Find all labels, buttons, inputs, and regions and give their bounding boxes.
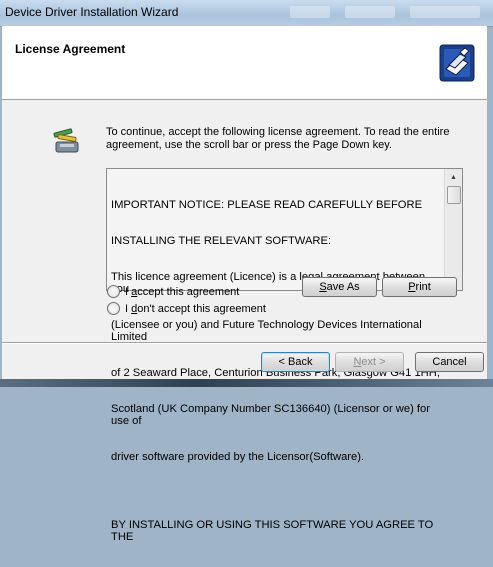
save-as-label: Save As bbox=[319, 281, 360, 293]
wizard-header: License Agreement bbox=[2, 26, 487, 100]
scroll-thumb[interactable] bbox=[447, 186, 461, 204]
title-bar: Device Driver Installation Wizard bbox=[0, 0, 493, 27]
window-title: Device Driver Installation Wizard bbox=[5, 5, 179, 19]
license-blank-line bbox=[111, 487, 444, 495]
license-line: BY INSTALLING OR USING THIS SOFTWARE YOU… bbox=[111, 519, 437, 543]
intro-text: To continue, accept the following licens… bbox=[106, 126, 450, 151]
license-line: (Licensee or you) and Future Technology … bbox=[111, 319, 425, 343]
license-scrollbar[interactable]: ▲ ▼ bbox=[444, 169, 462, 290]
license-line: driver software provided by the Licensor… bbox=[111, 451, 365, 463]
decline-radio-option[interactable]: I don't accept this agreement bbox=[107, 302, 266, 315]
back-label: < Back bbox=[278, 356, 313, 368]
decline-label: I don't accept this agreement bbox=[125, 302, 266, 315]
back-button[interactable]: < Back bbox=[261, 352, 330, 372]
accept-label: I accept this agreement bbox=[125, 285, 240, 298]
license-line: INSTALLING THE RELEVANT SOFTWARE: bbox=[111, 235, 332, 247]
cancel-button[interactable]: Cancel bbox=[415, 352, 484, 372]
accept-radio-option[interactable]: I accept this agreement bbox=[107, 285, 239, 298]
next-button[interactable]: Next > bbox=[335, 352, 404, 372]
background-blur bbox=[345, 6, 395, 18]
decline-radio-button[interactable] bbox=[107, 302, 120, 315]
accept-radio-button[interactable] bbox=[107, 285, 120, 298]
footer-separator bbox=[2, 342, 487, 344]
hardware-install-icon bbox=[439, 44, 475, 82]
license-line: Scotland (UK Company Number SC136640) (L… bbox=[111, 403, 434, 427]
taskbar bbox=[0, 379, 493, 387]
scroll-up-arrow-icon[interactable]: ▲ bbox=[445, 169, 462, 186]
background-blur bbox=[290, 6, 330, 18]
print-button[interactable]: Print bbox=[382, 277, 457, 297]
print-label: Print bbox=[408, 281, 431, 293]
page-title: License Agreement bbox=[15, 42, 126, 56]
license-textbox[interactable]: IMPORTANT NOTICE: PLEASE READ CAREFULLY … bbox=[106, 168, 463, 543]
license-line: IMPORTANT NOTICE: PLEASE READ CAREFULLY … bbox=[111, 199, 423, 211]
cancel-label: Cancel bbox=[432, 356, 467, 368]
wizard-icon bbox=[53, 128, 79, 153]
save-as-button[interactable]: Save As bbox=[302, 277, 377, 297]
next-label: Next > bbox=[353, 356, 386, 368]
wizard-dialog: License Agreement To continue, accept th… bbox=[2, 26, 487, 543]
background-blur bbox=[410, 6, 480, 18]
